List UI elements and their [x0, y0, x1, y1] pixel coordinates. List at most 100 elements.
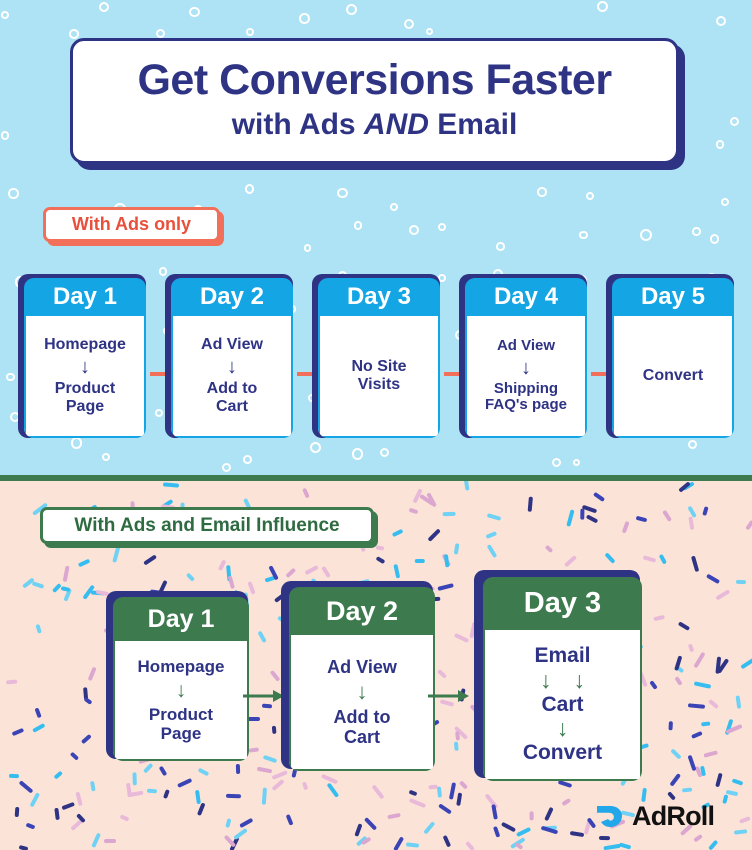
background-confetti — [61, 801, 75, 811]
background-confetti — [197, 767, 209, 777]
background-confetti — [618, 841, 632, 850]
background-confetti — [225, 794, 241, 799]
background-confetti — [515, 826, 531, 837]
background-confetti — [592, 491, 606, 503]
background-confetti — [687, 754, 697, 772]
background-confetti — [176, 778, 193, 789]
background-dot — [6, 373, 15, 382]
background-dot — [551, 458, 562, 468]
background-confetti — [437, 668, 448, 679]
background-confetti — [708, 839, 719, 850]
step-text: Ad View — [496, 336, 556, 354]
background-confetti — [103, 838, 116, 843]
background-confetti — [558, 780, 574, 789]
background-confetti — [703, 750, 719, 758]
background-confetti — [687, 703, 705, 710]
background-confetti — [392, 836, 405, 850]
background-confetti — [669, 748, 682, 760]
background-confetti — [285, 814, 294, 827]
day-card-body: Convert — [612, 316, 734, 438]
background-dot — [353, 221, 363, 230]
background-confetti — [731, 778, 744, 786]
background-confetti — [363, 817, 377, 832]
background-confetti — [580, 508, 585, 520]
background-dot — [70, 437, 83, 449]
background-confetti — [185, 572, 195, 582]
page-title: Get Conversions Faster — [137, 55, 612, 104]
day-card-top-3: Day 3 No Site Visits — [318, 278, 440, 438]
background-dot — [69, 29, 79, 39]
background-confetti — [142, 554, 157, 566]
background-confetti — [603, 843, 621, 850]
background-confetti — [11, 728, 25, 737]
background-confetti — [32, 722, 46, 733]
background-confetti — [354, 823, 363, 837]
down-arrow-icon: ↓ — [540, 666, 552, 693]
background-confetti — [442, 511, 456, 516]
background-confetti — [9, 773, 20, 779]
background-confetti — [653, 614, 665, 622]
day-card-bottom-3: Day 3 Email ↓ ↓ Cart ↓ Convert — [483, 577, 642, 781]
background-confetti — [454, 633, 470, 644]
background-confetti — [677, 621, 690, 631]
down-arrow-icon: ↓ — [556, 715, 569, 742]
background-confetti — [485, 531, 498, 540]
step-text: Homepage — [44, 336, 126, 354]
background-confetti — [691, 555, 700, 573]
background-dot — [243, 454, 252, 464]
background-confetti — [35, 624, 42, 635]
step-text: Product — [148, 704, 214, 724]
background-confetti — [321, 566, 332, 579]
step-text: Product — [54, 380, 116, 398]
background-confetti — [305, 565, 320, 576]
step-text: Email — [534, 644, 591, 668]
day-card-header: Day 2 — [289, 587, 435, 635]
background-dot — [573, 459, 581, 467]
day-card-body: Email ↓ ↓ Cart ↓ Convert — [483, 630, 642, 781]
background-confetti — [744, 519, 752, 530]
background-confetti — [408, 798, 426, 809]
background-confetti — [301, 488, 310, 499]
day-card-header: Day 5 — [612, 278, 734, 316]
background-confetti — [722, 794, 729, 804]
background-confetti — [442, 835, 451, 848]
background-confetti — [465, 841, 475, 850]
background-confetti — [18, 844, 29, 850]
background-confetti — [500, 822, 516, 833]
background-confetti — [700, 765, 706, 777]
step-text: Page — [65, 397, 105, 415]
down-arrow-icon: ↓ — [356, 678, 368, 704]
background-dot — [303, 244, 312, 252]
ads-email-badge: With Ads and Email Influence — [40, 507, 374, 544]
background-dot — [537, 187, 547, 197]
background-dot — [345, 4, 357, 16]
background-confetti — [706, 573, 721, 585]
background-confetti — [194, 790, 201, 805]
background-confetti — [69, 751, 79, 761]
background-dot — [244, 184, 255, 194]
background-confetti — [271, 778, 285, 792]
background-confetti — [668, 772, 681, 787]
background-confetti — [514, 842, 524, 850]
background-dot — [579, 230, 588, 240]
background-dot — [389, 202, 398, 211]
background-dot — [189, 6, 200, 18]
background-confetti — [87, 666, 97, 681]
background-confetti — [658, 553, 667, 565]
background-confetti — [326, 782, 340, 798]
double-down-arrow-row: ↓ ↓ — [540, 666, 585, 693]
background-confetti — [408, 789, 418, 797]
background-dot — [0, 11, 9, 20]
background-confetti — [688, 516, 695, 530]
background-confetti — [422, 821, 436, 835]
background-confetti — [262, 754, 277, 763]
background-confetti — [83, 696, 93, 705]
down-arrow-icon: ↓ — [521, 356, 531, 379]
background-confetti — [661, 510, 673, 523]
background-confetti — [34, 707, 42, 719]
background-confetti — [459, 779, 469, 790]
background-dot — [715, 139, 725, 149]
step-text: Add to — [206, 380, 258, 398]
background-confetti — [642, 555, 657, 563]
background-dot — [496, 242, 505, 251]
